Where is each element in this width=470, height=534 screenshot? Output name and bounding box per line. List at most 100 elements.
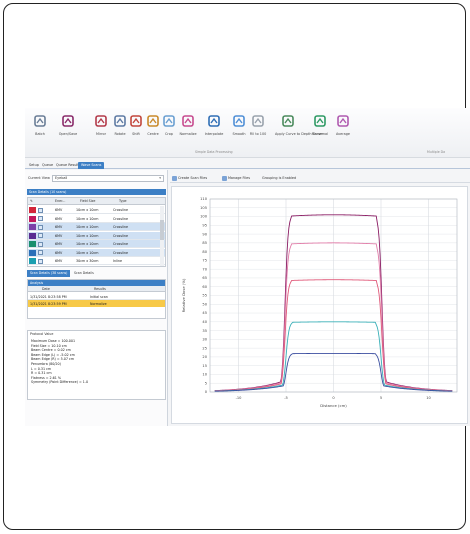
fill-to-100-button[interactable]: Fill to 100 bbox=[245, 114, 271, 136]
scan-checkbox[interactable] bbox=[38, 233, 43, 238]
subtab-scan-details[interactable]: Scan Details bbox=[71, 270, 97, 277]
y-tick-label: 70 bbox=[202, 267, 207, 271]
col-energy[interactable]: Ener... bbox=[55, 199, 65, 203]
y-tick-label: 110 bbox=[200, 197, 208, 201]
dose-profile-chart: 0 5 10 15 20 25 30 35 40 45 50 55 60 65 70 75 80 85 90 95 10… bbox=[171, 186, 468, 424]
batch-button[interactable]: Batch bbox=[27, 114, 53, 136]
scan-checkbox[interactable] bbox=[38, 224, 43, 230]
scan-energy: 6MV bbox=[55, 259, 63, 263]
manage-files-button[interactable]: Manage Files bbox=[222, 175, 250, 182]
interpolate-icon bbox=[208, 115, 220, 127]
scan-type: Crossline bbox=[113, 208, 128, 212]
scan-energy: 6MV bbox=[55, 216, 63, 221]
history-row[interactable]: 1/31/2021 8:23:58 PM Initial scan bbox=[28, 293, 165, 300]
scan-row[interactable]: 6MV 10cm x 10cm Crossline bbox=[28, 215, 165, 223]
y-tick-label: 100 bbox=[200, 215, 208, 219]
y-tick-label: 50 bbox=[202, 302, 207, 306]
col-type[interactable]: Type bbox=[119, 199, 127, 203]
y-tick-label: 40 bbox=[202, 320, 207, 324]
history-col-date: Date bbox=[42, 287, 50, 291]
current-view-select[interactable]: Eyeball ▾ bbox=[52, 175, 164, 182]
scan-field: 10cm x 10cm bbox=[76, 225, 99, 229]
scan-color-swatch[interactable] bbox=[29, 249, 36, 256]
scan-color-swatch[interactable] bbox=[29, 224, 36, 230]
y-tick-label: 0 bbox=[205, 390, 208, 394]
apply-curve-to-depth-curve-button[interactable]: Apply Curve to Depth Curve bbox=[275, 114, 323, 136]
analysis-line: Symmetry (Point Difference) = 1.0 bbox=[31, 380, 89, 385]
scan-field: 10cm x 10cm bbox=[76, 242, 99, 246]
history-table: Analysis Date Results 1/31/2021 8:23:58 … bbox=[27, 279, 166, 319]
scan-checkbox[interactable] bbox=[38, 241, 43, 247]
scrollbar-thumb[interactable] bbox=[160, 220, 164, 240]
analysis-tabs[interactable]: Protocol Value bbox=[30, 332, 53, 336]
crop-icon bbox=[163, 115, 175, 127]
analysis-line: Beam Edge (L) = -5.02 cm bbox=[31, 352, 75, 357]
scan-color-swatch[interactable] bbox=[29, 258, 36, 264]
grouping-button[interactable]: Grouping is Enabled bbox=[262, 175, 296, 182]
y-tick-label: 90 bbox=[202, 232, 207, 236]
y-tick-label: 65 bbox=[202, 276, 207, 280]
y-tick-label: 80 bbox=[202, 250, 207, 254]
create-scan-files-label: Create Scan Files bbox=[178, 176, 208, 180]
scan-color-swatch[interactable] bbox=[29, 207, 36, 213]
scan-checkbox[interactable] bbox=[38, 250, 43, 255]
scan-color-swatch[interactable] bbox=[29, 232, 36, 239]
analysis-line: Penumbra (80/20) bbox=[31, 362, 61, 366]
scan-checkbox[interactable] bbox=[38, 258, 43, 264]
normalize-button[interactable]: Normalize bbox=[175, 114, 201, 136]
scan-row[interactable]: 6MV 10cm x 10cm Crossline bbox=[28, 223, 165, 231]
open-save-button[interactable]: Open/Save bbox=[55, 114, 81, 136]
scan-field: 10cm x 10cm bbox=[76, 216, 99, 221]
tab-wave-scans[interactable]: Wave Scans bbox=[78, 162, 105, 169]
x-tick-label: -5 bbox=[284, 396, 288, 400]
average-button[interactable]: Average bbox=[330, 114, 356, 136]
scan-field: 10cm x 10cm bbox=[76, 250, 99, 255]
pin-icon: ✎ bbox=[30, 199, 33, 203]
scan-energy: 6MV bbox=[55, 233, 63, 238]
mirror-icon bbox=[95, 115, 107, 127]
scan-field: 10cm x 10cm bbox=[76, 233, 99, 238]
ribbon-button-label: Interpolate bbox=[204, 132, 224, 136]
left-panel: Current View Eyeball ▾ Scan Details (10 … bbox=[25, 170, 168, 426]
scan-checkbox[interactable] bbox=[38, 207, 43, 213]
ribbon-button-label: Batch bbox=[35, 132, 45, 136]
create-scan-files-button[interactable]: Create Scan Files bbox=[172, 175, 207, 182]
y-tick-label: 20 bbox=[202, 355, 207, 359]
scan-grid-scrollbar[interactable] bbox=[160, 206, 164, 266]
interpolate-button[interactable]: Interpolate bbox=[201, 114, 227, 136]
subtab-scan-details-38[interactable]: Scan Details (38 scans) bbox=[27, 270, 71, 277]
scan-energy: 6MV bbox=[55, 242, 63, 246]
scan-type: Crossline bbox=[113, 216, 128, 221]
scan-row[interactable]: 6MV 10cm x 10cm Crossline bbox=[28, 240, 165, 248]
ribbon-button-label: Normalize bbox=[179, 132, 197, 136]
smooth-icon bbox=[233, 115, 245, 127]
col-field-size[interactable]: Field Size bbox=[80, 199, 95, 203]
scan-row[interactable]: 6MV 10cm x 10cm Crossline bbox=[28, 231, 165, 240]
scan-field: 30cm x 30cm bbox=[76, 259, 99, 263]
scan-energy: 6MV bbox=[55, 250, 63, 255]
scan-grid: ✎ Ener... Field Size Type 6MV 10cm x 10cm… bbox=[27, 197, 166, 267]
scan-type: Crossline bbox=[113, 250, 128, 255]
y-tick-label: 75 bbox=[202, 259, 207, 263]
scan-color-swatch[interactable] bbox=[29, 215, 36, 222]
normalize-icon bbox=[182, 115, 194, 127]
y-tick-label: 15 bbox=[202, 364, 207, 368]
scan-checkbox[interactable] bbox=[38, 216, 43, 221]
current-view-label: Current View bbox=[28, 176, 50, 180]
current-view-row: Current View Eyeball ▾ bbox=[28, 175, 164, 182]
scan-color-swatch[interactable] bbox=[29, 241, 36, 247]
x-tick-label: 10 bbox=[426, 396, 431, 400]
scan-row[interactable]: 6MV 10cm x 10cm Crossline bbox=[28, 206, 165, 214]
ribbon-button-label: Open/Save bbox=[58, 132, 78, 136]
ribbon-toolbar: Batch Open/Save Mirror Rotate Shift Centre Cro… bbox=[25, 108, 470, 158]
renormal-icon bbox=[314, 115, 326, 127]
y-tick-label: 25 bbox=[202, 346, 207, 350]
y-tick-label: 60 bbox=[202, 285, 207, 289]
scan-row[interactable]: 6MV 10cm x 10cm Crossline bbox=[28, 248, 165, 257]
batch-icon bbox=[34, 115, 46, 127]
average-icon bbox=[337, 115, 349, 127]
scan-row[interactable]: 6MV 30cm x 30cm Inline bbox=[28, 257, 165, 265]
chevron-down-icon: ▾ bbox=[159, 176, 161, 180]
y-tick-label: 35 bbox=[202, 329, 207, 333]
history-row-selected[interactable]: 1/31/2021 8:23:59 PM Normalize bbox=[28, 300, 165, 307]
